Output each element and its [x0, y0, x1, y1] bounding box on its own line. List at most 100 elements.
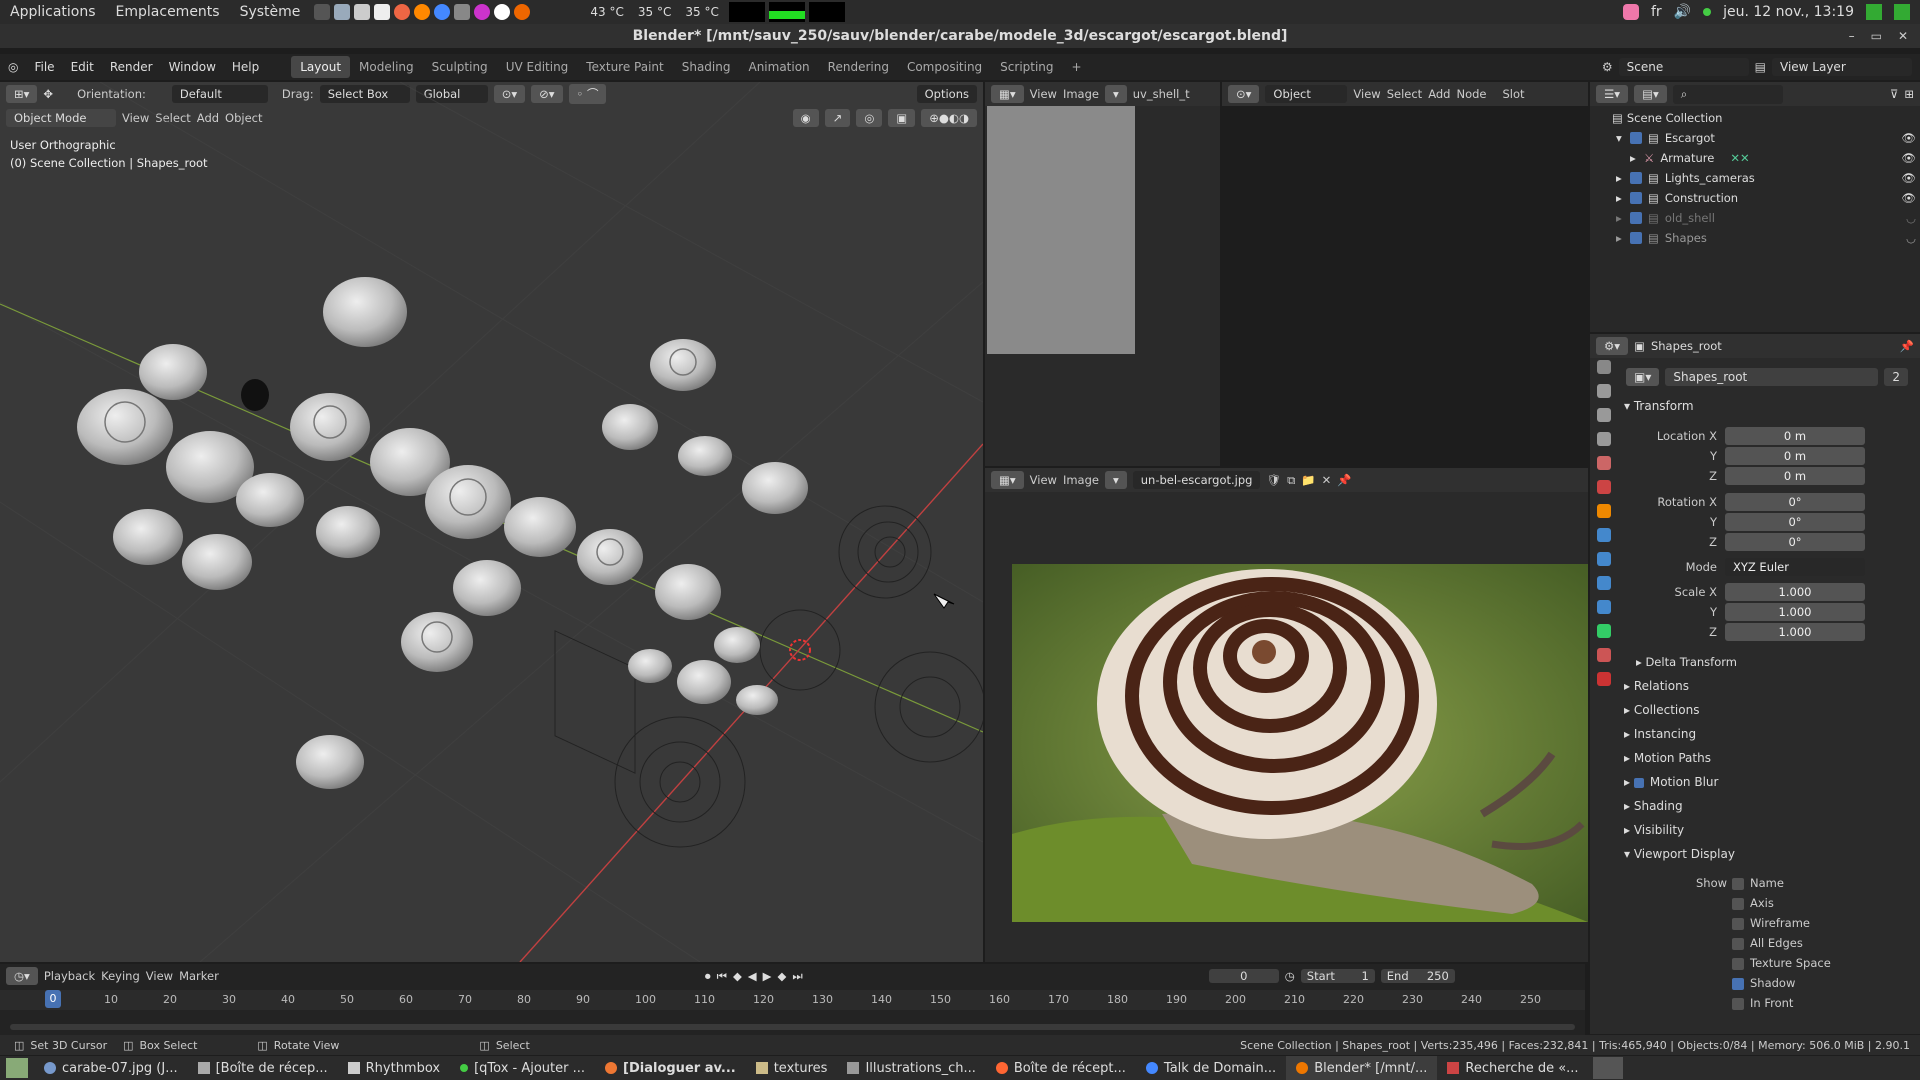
record-icon[interactable]: ⏺: [705, 969, 711, 984]
include-checkbox[interactable]: [1630, 232, 1642, 244]
menu-help[interactable]: Help: [224, 60, 267, 74]
visibility-icon[interactable]: 👁: [1901, 191, 1916, 205]
task-item[interactable]: textures: [746, 1056, 838, 1080]
scale-y-field[interactable]: 1.000: [1725, 603, 1865, 621]
scene-canvas[interactable]: [0, 82, 983, 962]
timeline-menu-keying[interactable]: Keying: [101, 969, 140, 983]
clock[interactable]: jeu. 12 nov., 13:19: [1723, 4, 1854, 20]
task-item[interactable]: Recherche de «...: [1437, 1056, 1588, 1080]
tab-animation[interactable]: Animation: [739, 56, 818, 78]
menu-render[interactable]: Render: [102, 60, 161, 74]
image-menu-view[interactable]: View: [1030, 473, 1057, 487]
relations-panel[interactable]: ▸ Relations: [1624, 676, 1689, 696]
visibility-hidden-icon[interactable]: ◡: [1906, 231, 1916, 245]
end-frame-field[interactable]: End 250: [1380, 969, 1455, 983]
viewport-display-panel[interactable]: ▾ Viewport Display: [1624, 844, 1735, 864]
view-layer-icon[interactable]: ▤: [1755, 60, 1766, 74]
timeline-scrollbar[interactable]: [10, 1024, 1575, 1030]
play-reverse-icon[interactable]: ◀: [748, 969, 757, 983]
outliner-item-shapes[interactable]: ▸ ▤ Shapes ◡: [1616, 228, 1916, 248]
clock-icon[interactable]: ◷: [1285, 969, 1295, 983]
editor-type-button[interactable]: ⚙▾: [1596, 337, 1629, 355]
outliner-item-armature[interactable]: ▸ ⚔ Armature ✕✕ 👁: [1630, 148, 1916, 168]
tab-rendering[interactable]: Rendering: [819, 56, 898, 78]
editor-type-button[interactable]: ▦▾: [991, 471, 1024, 489]
object-name-field[interactable]: Shapes_root: [1665, 368, 1879, 386]
pin-icon[interactable]: 📌: [1900, 339, 1914, 353]
files-icon[interactable]: [354, 4, 371, 20]
collections-panel[interactable]: ▸ Collections: [1624, 700, 1699, 720]
app-icon[interactable]: [454, 4, 471, 20]
display-mode-button[interactable]: ▤▾: [1634, 85, 1667, 103]
expand-icon[interactable]: ▸: [1616, 231, 1630, 245]
location-z-field[interactable]: 0 m: [1725, 467, 1865, 485]
volume-icon[interactable]: 🔊: [1674, 4, 1691, 20]
app-icon[interactable]: [1894, 4, 1910, 20]
render-tab-icon[interactable]: [1597, 384, 1611, 398]
task-item[interactable]: carabe-07.jpg (J...: [34, 1056, 188, 1080]
show-in-front-checkbox[interactable]: In Front: [1732, 996, 1831, 1010]
system-menu[interactable]: Système: [230, 4, 311, 20]
users-count[interactable]: 2: [1884, 368, 1908, 386]
maximize-icon[interactable]: ▭: [1871, 24, 1882, 48]
editor-type-button[interactable]: ⊙▾: [1228, 85, 1260, 103]
places-menu[interactable]: Emplacements: [106, 4, 230, 20]
workspace-switcher[interactable]: [1592, 1057, 1623, 1079]
node-menu-add[interactable]: Add: [1428, 87, 1450, 101]
show-name-checkbox[interactable]: Name: [1732, 876, 1831, 890]
timeline-menu-playback[interactable]: Playback: [44, 969, 95, 983]
network-icon[interactable]: [1703, 8, 1712, 16]
task-item[interactable]: Illustrations_ch...: [837, 1056, 985, 1080]
timeline-menu-marker[interactable]: Marker: [179, 969, 219, 983]
image-menu-image[interactable]: Image: [1063, 87, 1099, 101]
location-y-field[interactable]: 0 m: [1725, 447, 1865, 465]
image-menu-view[interactable]: View: [1030, 87, 1057, 101]
tool-tab-icon[interactable]: [1597, 360, 1611, 374]
texture-tab-icon[interactable]: [1597, 672, 1611, 686]
3d-viewport[interactable]: ⊞▾ ✥ Orientation: Default Drag: Select B…: [0, 82, 983, 962]
editor-type-button[interactable]: ◷▾: [6, 967, 38, 985]
play-icon[interactable]: ▶: [763, 969, 772, 983]
scale-z-field[interactable]: 1.000: [1725, 623, 1865, 641]
include-checkbox[interactable]: [1630, 212, 1642, 224]
outliner-item-escargot[interactable]: ▾ ▤ Escargot 👁: [1616, 128, 1916, 148]
expand-icon[interactable]: ▸: [1630, 151, 1644, 165]
instancing-panel[interactable]: ▸ Instancing: [1624, 724, 1696, 744]
chromium-icon[interactable]: [434, 4, 451, 20]
motion-blur-panel[interactable]: ▸ Motion Blur: [1624, 772, 1718, 792]
visibility-panel[interactable]: ▸ Visibility: [1624, 820, 1684, 840]
firefox-icon[interactable]: [414, 4, 431, 20]
editor-type-button[interactable]: ▦▾: [991, 85, 1024, 103]
visibility-icon[interactable]: 👁: [1901, 151, 1916, 165]
next-keyframe-icon[interactable]: ◆: [778, 969, 787, 983]
chat-icon[interactable]: [1623, 4, 1639, 20]
image-name[interactable]: uv_shell_t: [1133, 87, 1190, 101]
image-browse-icon[interactable]: ▾: [1104, 85, 1127, 103]
output-tab-icon[interactable]: [1597, 408, 1611, 422]
transform-panel-header[interactable]: ▾ Transform: [1624, 396, 1694, 416]
timeline[interactable]: ◷▾ Playback Keying View Marker ⏺ ⏮ ◆ ◀ ▶…: [0, 964, 1585, 1044]
tab-shading[interactable]: Shading: [673, 56, 740, 78]
add-workspace-button[interactable]: +: [1063, 56, 1091, 78]
rotation-z-field[interactable]: 0°: [1725, 533, 1865, 551]
location-x-field[interactable]: 0 m: [1725, 427, 1865, 445]
node-object-dropdown[interactable]: Object: [1265, 85, 1348, 103]
disk-icon[interactable]: [334, 4, 351, 20]
node-menu-view[interactable]: View: [1353, 87, 1380, 101]
editor-type-button[interactable]: ☰▾: [1596, 85, 1629, 103]
object-browse-button[interactable]: ▣▾: [1626, 368, 1660, 386]
task-item[interactable]: [Boîte de récep...: [188, 1056, 338, 1080]
tab-modeling[interactable]: Modeling: [350, 56, 423, 78]
expand-icon[interactable]: ▾: [1616, 131, 1630, 145]
shading-panel[interactable]: ▸ Shading: [1624, 796, 1683, 816]
show-wireframe-checkbox[interactable]: Wireframe: [1732, 916, 1831, 930]
menu-edit[interactable]: Edit: [63, 60, 102, 74]
tab-texture-paint[interactable]: Texture Paint: [577, 56, 672, 78]
tab-scripting[interactable]: Scripting: [991, 56, 1062, 78]
expand-icon[interactable]: ▸: [1616, 171, 1630, 185]
include-checkbox[interactable]: [1630, 132, 1642, 144]
current-frame-field[interactable]: 0: [1208, 969, 1279, 983]
applications-menu[interactable]: Applications: [0, 4, 106, 20]
outliner-item-lights-cameras[interactable]: ▸ ▤ Lights_cameras 👁: [1616, 168, 1916, 188]
viewer-icon[interactable]: [374, 4, 391, 20]
